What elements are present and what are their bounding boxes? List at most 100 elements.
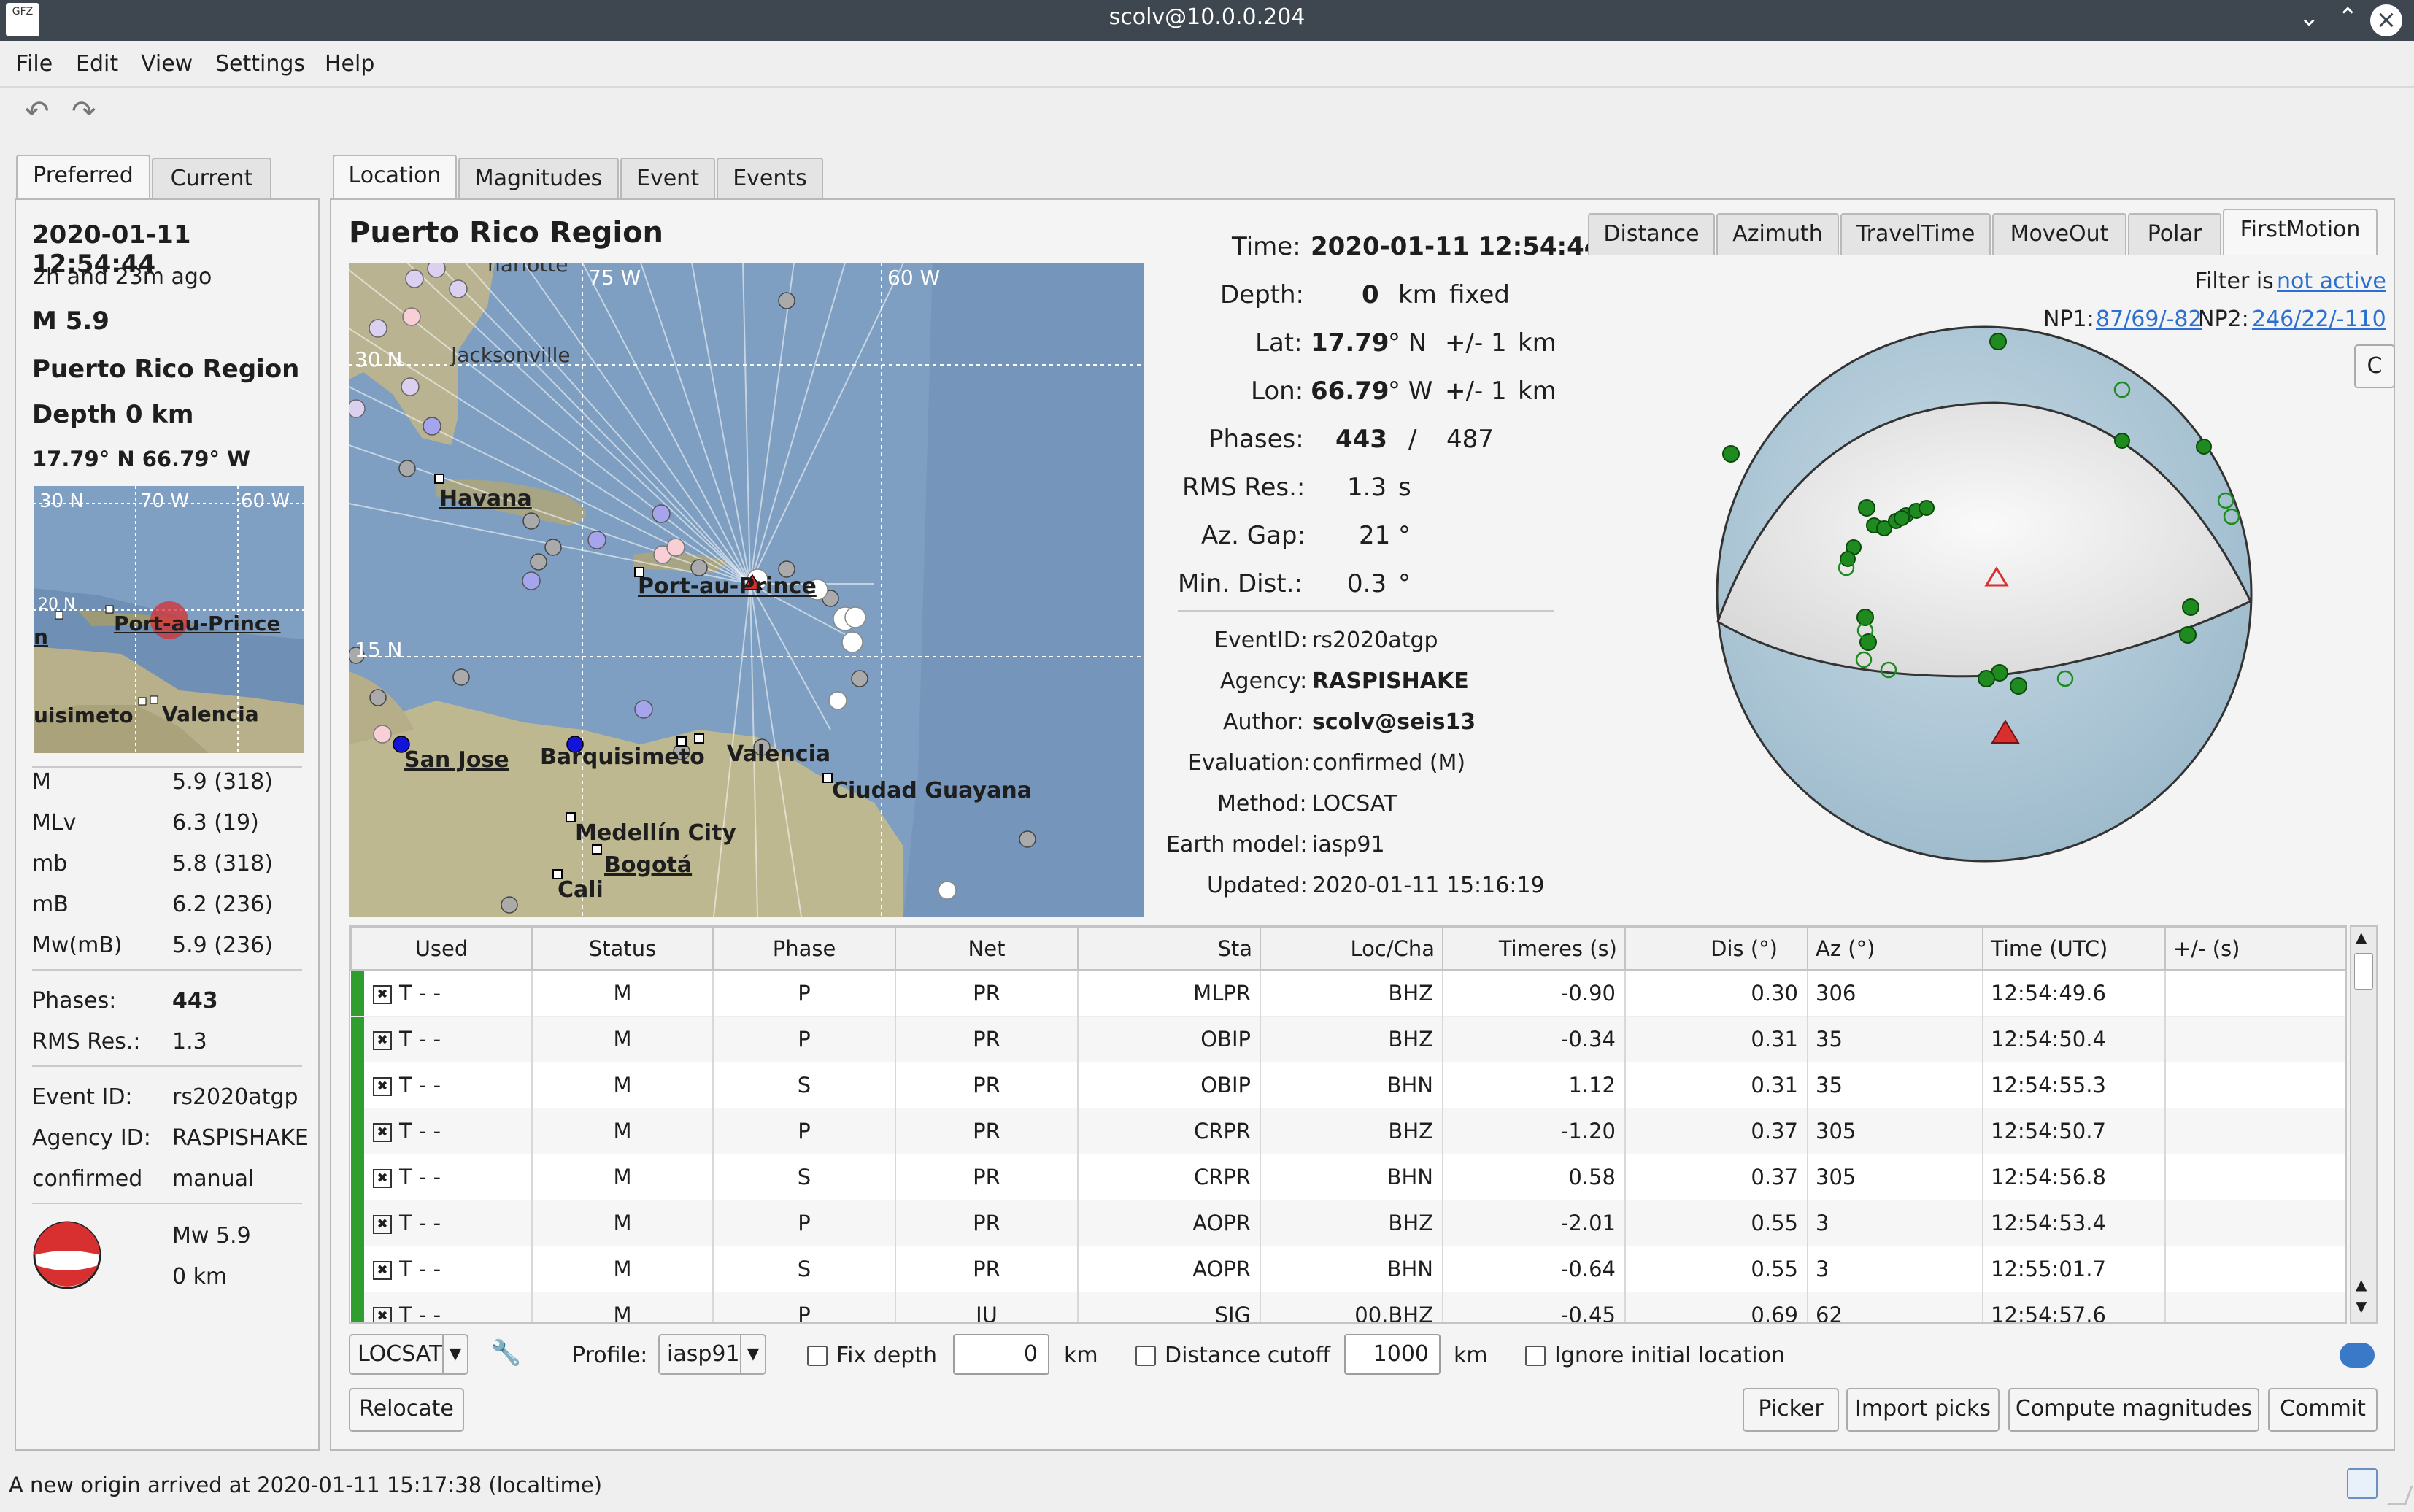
overview-map[interactable]: 30 N 70 W 60 W 20 N Port-au-Prince uisim… (34, 486, 304, 753)
col-dist[interactable]: Dis (°) (1624, 927, 1808, 971)
used-checkbox[interactable]: ✖ (373, 1076, 392, 1096)
menu-settings[interactable]: Settings (215, 51, 305, 77)
col-phase[interactable]: Phase (712, 927, 896, 971)
col-timeres[interactable]: Timeres (s) (1442, 927, 1626, 971)
lon-error-unit: km (1518, 377, 1557, 406)
table-row[interactable]: ✖ T - - M P PR CRPR BHZ -1.20 0.37 305 12:54:50.7 (351, 1108, 2345, 1154)
distcut-input[interactable]: 1000 (1344, 1334, 1441, 1375)
compute-magnitudes-button[interactable]: Compute magnitudes (2008, 1388, 2259, 1432)
cell-loccha: BHN (1260, 1246, 1443, 1292)
table-scrollbar[interactable]: ▲ ▲ ▼ (2350, 925, 2378, 1324)
profile-select[interactable]: iasp91 ▼ (658, 1334, 766, 1375)
az-gap-unit: ° (1398, 521, 1411, 550)
plot-tab-moveout[interactable]: MoveOut (1992, 213, 2126, 255)
used-checkbox[interactable]: ✖ (373, 1122, 392, 1142)
scroll-down-icon[interactable]: ▼ (2356, 1297, 2367, 1315)
col-loccha[interactable]: Loc/Cha (1260, 927, 1443, 971)
lon-unit: ° W (1388, 377, 1433, 406)
col-sta[interactable]: Sta (1077, 927, 1261, 971)
rms-res-unit: s (1398, 473, 1411, 502)
col-used[interactable]: Used (350, 927, 533, 971)
used-flags: T - - (399, 1164, 441, 1189)
eventid-value: rs2020atgp (172, 1084, 298, 1110)
col-net[interactable]: Net (895, 927, 1079, 971)
cell-uncertainty (2165, 1062, 2345, 1108)
col-status[interactable]: Status (531, 927, 714, 971)
table-row[interactable]: ✖ T - - M P PR OBIP BHZ -0.34 0.31 35 12:54:50.4 (351, 1016, 2345, 1062)
status-icon[interactable] (2347, 1468, 2378, 1499)
ignore-initial-checkbox[interactable] (1525, 1346, 1546, 1366)
resize-grip-icon[interactable] (2387, 1486, 2413, 1505)
table-row[interactable]: ✖ T - - M S PR AOPR BHN -0.64 0.55 3 12:55:01.7 (351, 1246, 2345, 1292)
tab-events[interactable]: Events (717, 158, 823, 200)
undo-icon[interactable]: ↶ (25, 95, 50, 128)
az-gap-label: Az. Gap: (1201, 521, 1306, 550)
used-checkbox[interactable]: ✖ (373, 984, 392, 1004)
cell-loccha: 00.BHZ (1260, 1292, 1443, 1322)
import-picks-button[interactable]: Import picks (1846, 1388, 2000, 1432)
plot-tab-polar[interactable]: Polar (2128, 213, 2221, 255)
menu-view[interactable]: View (141, 51, 193, 77)
cell-net: PR (895, 1016, 1079, 1062)
used-checkbox[interactable]: ✖ (373, 1260, 392, 1280)
event-coords: 17.79° N 66.79° W (32, 447, 251, 471)
tab-location[interactable]: Location (333, 155, 457, 201)
cell-used[interactable]: ✖ T - - (351, 1016, 533, 1062)
cell-net: PR (895, 1246, 1079, 1292)
redo-icon[interactable]: ↷ (72, 95, 96, 128)
fixdepth-checkbox[interactable] (807, 1346, 828, 1366)
cell-used[interactable]: ✖ T - - (351, 970, 533, 1017)
cell-used[interactable]: ✖ T - - (351, 1062, 533, 1108)
overview-city-port-au-prince: Port-au-Prince (114, 612, 281, 636)
first-motion-plot[interactable] (1703, 317, 2272, 871)
location-map[interactable]: 75 W 60 W 30 N 15 N Jacksonville Havana … (349, 263, 1144, 917)
table-row[interactable]: ✖ T - - M S PR CRPR BHN 0.58 0.37 305 12:54:56.8 (351, 1154, 2345, 1200)
cell-used[interactable]: ✖ T - - (351, 1200, 533, 1246)
relocate-button[interactable]: Relocate (349, 1388, 464, 1432)
cell-used[interactable]: ✖ T - - (351, 1246, 533, 1292)
comment-icon[interactable] (2340, 1343, 2375, 1368)
cell-used[interactable]: ✖ T - - (351, 1154, 533, 1200)
table-row[interactable]: ✖ T - - M P IU SJG 00.BHZ -0.45 0.69 62 12:54:57.6 (351, 1292, 2345, 1322)
locator-settings-icon[interactable]: 🔧 (490, 1338, 521, 1368)
plot-tab-traveltime[interactable]: TravelTime (1840, 213, 1991, 255)
minimize-icon[interactable]: ⌄ (2299, 3, 2320, 32)
table-row[interactable]: ✖ T - - M P PR MLPR BHZ -0.90 0.30 306 12:54:49.6 (351, 970, 2345, 1017)
plot-tab-distance[interactable]: Distance (1588, 213, 1715, 255)
plot-corner-button[interactable]: C (2354, 344, 2395, 388)
tab-current[interactable]: Current (152, 158, 271, 200)
rms-label: RMS Res.: (32, 1029, 141, 1054)
tab-preferred[interactable]: Preferred (16, 155, 150, 201)
table-row[interactable]: ✖ T - - M P PR AOPR BHZ -2.01 0.55 3 12:54:53.4 (351, 1200, 2345, 1246)
commit-button[interactable]: Commit (2268, 1388, 2378, 1432)
map-city-bogota: Bogotá (604, 852, 693, 878)
plot-tab-firstmotion[interactable]: FirstMotion (2223, 209, 2378, 255)
close-icon[interactable]: × (2370, 4, 2402, 36)
col-az[interactable]: Az (°) (1807, 927, 1983, 971)
table-row[interactable]: ✖ T - - M S PR OBIP BHN 1.12 0.31 35 12:54:55.3 (351, 1062, 2345, 1108)
tab-event[interactable]: Event (620, 158, 715, 200)
menu-edit[interactable]: Edit (76, 51, 118, 77)
distcut-checkbox[interactable] (1135, 1346, 1156, 1366)
scroll-page-up-icon[interactable]: ▲ (2356, 1276, 2367, 1293)
used-checkbox[interactable]: ✖ (373, 1168, 392, 1188)
menu-file[interactable]: File (16, 51, 53, 77)
menu-help[interactable]: Help (325, 51, 374, 77)
mag-value-5: 5.9 (236) (172, 933, 273, 958)
used-checkbox[interactable]: ✖ (373, 1214, 392, 1234)
used-checkbox[interactable]: ✖ (373, 1030, 392, 1050)
maximize-icon[interactable]: ⌃ (2337, 3, 2359, 32)
locator-select[interactable]: LOCSAT ▼ (349, 1334, 468, 1375)
fixdepth-input[interactable]: 0 (953, 1334, 1049, 1375)
scroll-thumb[interactable] (2354, 953, 2373, 990)
col-uncert[interactable]: +/- (s) (2164, 927, 2345, 971)
cell-used[interactable]: ✖ T - - (351, 1108, 533, 1154)
scroll-up-icon[interactable]: ▲ (2356, 928, 2367, 946)
plot-tab-azimuth[interactable]: Azimuth (1716, 213, 1839, 255)
picker-button[interactable]: Picker (1743, 1388, 1839, 1432)
used-checkbox[interactable]: ✖ (373, 1306, 392, 1322)
col-time[interactable]: Time (UTC) (1982, 927, 2166, 971)
cell-used[interactable]: ✖ T - - (351, 1292, 533, 1322)
tab-magnitudes[interactable]: Magnitudes (458, 158, 619, 200)
filter-link[interactable]: not active (2277, 269, 2386, 294)
